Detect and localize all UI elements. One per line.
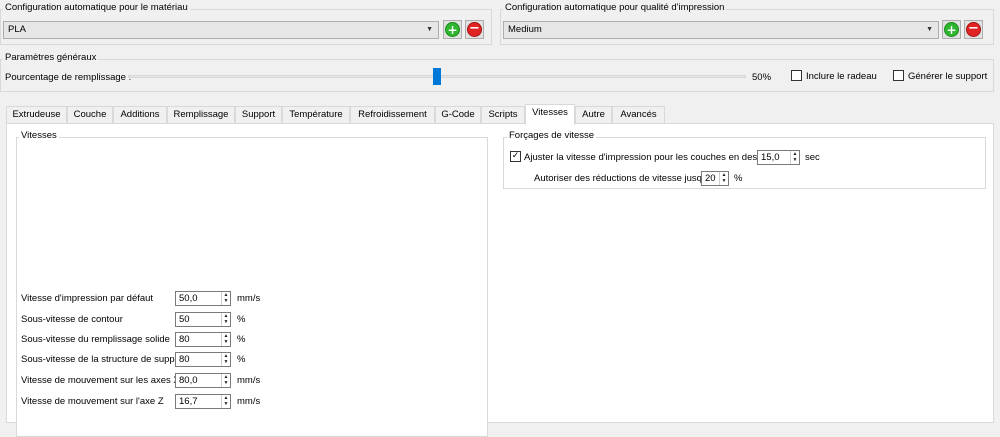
tab-gcode[interactable]: G-Code [435, 106, 481, 124]
spin-updown-icon[interactable]: ▲ ▼ [221, 374, 230, 387]
raft-checkbox[interactable] [791, 70, 802, 81]
raft-label[interactable]: Inclure le radeau [806, 71, 877, 82]
z-travel-speed-label: Vitesse de mouvement sur l'axe Z [21, 396, 164, 407]
reduce-speed-unit: % [734, 173, 743, 184]
xy-travel-speed-input[interactable]: 80,0 ▲ ▼ [175, 373, 231, 388]
tab-remplissage[interactable]: Remplissage [167, 106, 235, 124]
spin-updown-icon[interactable]: ▲ ▼ [790, 151, 799, 164]
spin-updown-icon[interactable]: ▲ ▼ [221, 395, 230, 408]
tab-couche[interactable]: Couche [67, 106, 113, 124]
tab-support[interactable]: Support [235, 106, 282, 124]
tab-additions[interactable]: Additions [113, 106, 167, 124]
remove-icon: − [966, 22, 981, 37]
quality-group-title: Configuration automatique pour qualité d… [503, 2, 727, 13]
speeds-group-title: Vitesses [19, 130, 59, 141]
tab-vitesses[interactable]: Vitesses [525, 104, 575, 125]
perimeter-speed-input[interactable]: 50 ▲ ▼ [175, 312, 231, 327]
overrides-group-title: Forçages de vitesse [507, 130, 597, 141]
tab-extrudeuse[interactable]: Extrudeuse [6, 106, 67, 124]
tab-refroidissement[interactable]: Refroidissement [350, 106, 435, 124]
remove-icon: − [467, 22, 482, 37]
support-speed-input[interactable]: 80 ▲ ▼ [175, 352, 231, 367]
spin-updown-icon[interactable]: ▲ ▼ [221, 333, 230, 346]
add-icon: + [944, 22, 959, 37]
default-speed-input[interactable]: 50,0 ▲ ▼ [175, 291, 231, 306]
adjust-speed-input[interactable]: 15,0 ▲ ▼ [757, 150, 800, 165]
default-speed-label: Vitesse d'impression par défaut [21, 293, 154, 304]
perimeter-speed-label: Sous-vitesse de contour [21, 314, 123, 325]
speeds-group [16, 137, 488, 437]
support-label[interactable]: Générer le support [908, 71, 987, 82]
infill-slider-handle[interactable] [433, 68, 441, 85]
reduce-speed-input[interactable]: 20 ▲ ▼ [701, 171, 729, 186]
material-group-title: Configuration automatique pour le matéri… [3, 2, 190, 13]
reduce-speed-label: Autoriser des réductions de vitesse jusq… [534, 173, 715, 184]
default-speed-unit: mm/s [237, 293, 261, 304]
quality-select[interactable]: Medium ▼ [503, 21, 939, 39]
chevron-down-icon: ▼ [426, 26, 433, 33]
tab-avances[interactable]: Avancés [612, 106, 665, 124]
perimeter-speed-unit: % [237, 314, 246, 325]
tab-temperature[interactable]: Température [282, 106, 350, 124]
support-checkbox[interactable] [893, 70, 904, 81]
tab-panel-vitesses: Vitesses Vitesse d'impression par défaut… [6, 123, 994, 437]
adjust-speed-checkbox[interactable]: ✓ [510, 151, 521, 162]
support-speed-label: Sous-vitesse de la structure de support [21, 354, 186, 365]
adjust-speed-unit: sec [805, 152, 820, 163]
tab-autre[interactable]: Autre [575, 106, 612, 124]
solid-infill-speed-input[interactable]: 80 ▲ ▼ [175, 332, 231, 347]
add-icon: + [445, 22, 460, 37]
infill-value: 50% [752, 72, 772, 83]
infill-label: Pourcentage de remplissage : [5, 72, 132, 83]
chevron-down-icon: ▼ [926, 26, 933, 33]
remove-material-button[interactable]: − [465, 20, 484, 39]
z-travel-speed-unit: mm/s [237, 396, 261, 407]
xy-travel-speed-unit: mm/s [237, 375, 261, 386]
tab-scripts[interactable]: Scripts [481, 106, 525, 124]
spin-updown-icon[interactable]: ▲ ▼ [719, 172, 728, 185]
add-material-button[interactable]: + [443, 20, 462, 39]
material-select[interactable]: PLA ▼ [3, 21, 439, 39]
adjust-speed-label[interactable]: Ajuster la vitesse d'impression pour les… [524, 152, 777, 163]
spin-updown-icon[interactable]: ▲ ▼ [221, 292, 230, 305]
spin-updown-icon[interactable]: ▲ ▼ [221, 353, 230, 366]
material-select-value: PLA [8, 24, 26, 35]
spin-updown-icon[interactable]: ▲ ▼ [221, 313, 230, 326]
general-group-title: Paramètres généraux [3, 52, 99, 63]
z-travel-speed-input[interactable]: 16,7 ▲ ▼ [175, 394, 231, 409]
solid-infill-speed-unit: % [237, 334, 246, 345]
xy-travel-speed-label: Vitesse de mouvement sur les axes X/Y [21, 375, 189, 386]
solid-infill-speed-label: Sous-vitesse du remplissage solide [21, 334, 170, 345]
quality-select-value: Medium [508, 24, 542, 35]
add-quality-button[interactable]: + [942, 20, 961, 39]
remove-quality-button[interactable]: − [964, 20, 983, 39]
support-speed-unit: % [237, 354, 246, 365]
